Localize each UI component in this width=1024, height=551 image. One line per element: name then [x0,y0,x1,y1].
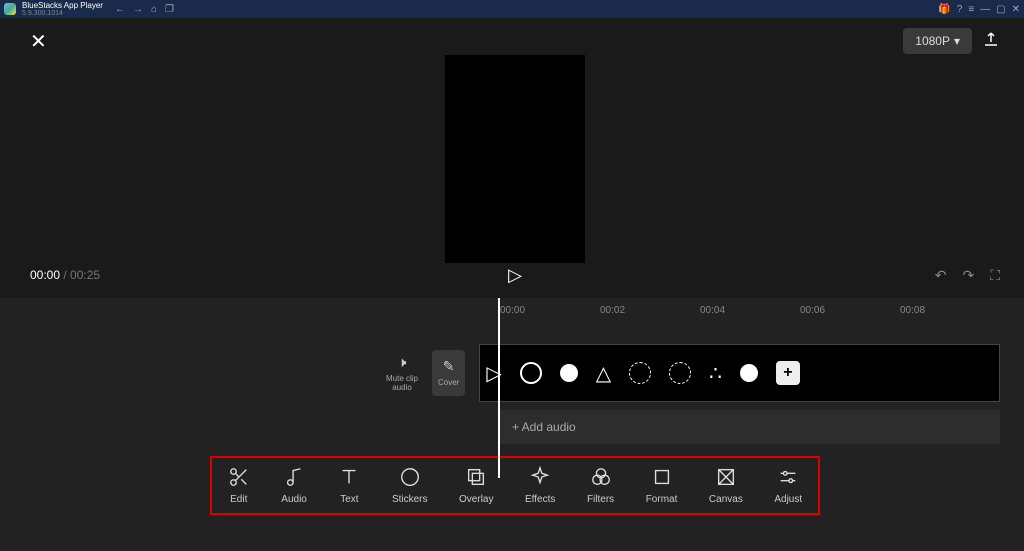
undo-icon[interactable]: ↶ [935,267,947,284]
filters-tool[interactable]: Filters [587,466,614,505]
tool-label: Edit [230,494,247,505]
ruler-mark: 00:06 [800,305,900,316]
forward-icon[interactable]: → [133,4,143,15]
tool-label: Format [646,494,678,505]
redo-icon[interactable]: ↷ [962,267,974,284]
minimize-icon[interactable]: — [980,4,990,15]
tool-label: Overlay [459,494,493,505]
add-clip-button[interactable]: + [776,361,800,385]
tool-label: Filters [587,494,614,505]
timeline-panel: 00:00 00:02 00:04 00:06 00:08 🕨 Mute cli… [0,298,1024,551]
add-audio-button[interactable]: + Add audio [498,410,1000,444]
audio-tool[interactable]: Audio [281,466,307,505]
format-icon [651,466,673,488]
canvas-icon [715,466,737,488]
editor-toolbar: Edit Audio Text Stickers Overlay [210,456,820,515]
gift-icon[interactable]: 🎁 [938,4,950,15]
playhead[interactable] [498,298,500,478]
text-tool[interactable]: Text [338,466,360,505]
resolution-dropdown[interactable]: 1080P ▾ [903,28,972,54]
clip-frame-icon [629,362,651,384]
back-icon[interactable]: ← [115,4,125,15]
pencil-icon: ✎ [443,358,455,375]
timecode: 00:00 / 00:25 [30,268,100,282]
tool-label: Effects [525,494,555,505]
help-icon[interactable]: ? [957,4,963,15]
edit-tool[interactable]: Edit [228,466,250,505]
play-button[interactable]: ▷ [508,265,522,286]
speaker-icon: 🕨 [398,354,407,371]
clip-frame-icon [520,362,542,384]
mute-clip-button[interactable]: 🕨 Mute clip audio [378,350,426,397]
title-bar: BlueStacks App Player 5.9.300.1014 ← → ⌂… [0,0,1024,18]
music-note-icon [283,466,305,488]
tool-label: Adjust [774,494,802,505]
adjust-tool[interactable]: Adjust [774,466,802,505]
overlay-tool[interactable]: Overlay [459,466,493,505]
time-total: 00:25 [70,268,100,282]
sparkle-icon [529,466,551,488]
video-clip-track[interactable]: ▷ △ ∴ + [479,344,1000,402]
time-current: 00:00 [30,268,60,282]
stickers-tool[interactable]: Stickers [392,466,428,505]
ruler-mark: 00:08 [900,305,1000,316]
clip-frame-icon: ∴ [709,361,722,386]
ruler-mark: 00:02 [600,305,700,316]
sticker-icon [399,466,421,488]
clip-frame-icon [669,362,691,384]
close-window-icon[interactable]: ✕ [1012,4,1020,15]
menu-icon[interactable]: ≡ [968,4,974,15]
video-editor: ✕ 1080P ▾ 00:00 / 00:25 [0,18,1024,551]
mute-label: Mute clip audio [382,375,422,393]
maximize-icon[interactable]: ▢ [996,4,1005,15]
scissors-icon [228,466,250,488]
bluestacks-logo [4,3,16,15]
cover-button[interactable]: ✎ Cover [432,350,465,396]
format-tool[interactable]: Format [646,466,678,505]
home-icon[interactable]: ⌂ [151,4,157,15]
app-name: BlueStacks App Player [22,1,103,10]
tool-label: Canvas [709,494,743,505]
tool-label: Audio [281,494,307,505]
nav-controls: ← → ⌂ ❐ [115,4,174,15]
clip-frame-icon [560,364,578,382]
version-text: 5.9.300.1014 [22,10,103,17]
clip-frame-icon [740,364,758,382]
ruler-mark: 00:04 [700,305,800,316]
effects-tool[interactable]: Effects [525,466,555,505]
title-right-controls: 🎁 ? ≡ — ▢ ✕ [938,4,1020,15]
timeline-ruler[interactable]: 00:00 00:02 00:04 00:06 00:08 [500,298,1000,322]
tool-label: Stickers [392,494,428,505]
preview-panel: ✕ 1080P ▾ 00:00 / 00:25 [0,18,1024,298]
overlay-icon [465,466,487,488]
chevron-down-icon: ▾ [954,34,960,48]
tool-label: Text [340,494,358,505]
text-icon [338,466,360,488]
resolution-label: 1080P [915,34,950,48]
canvas-tool[interactable]: Canvas [709,466,743,505]
ruler-mark: 00:00 [500,305,600,316]
cover-label: Cover [438,379,459,388]
close-editor-icon[interactable]: ✕ [30,29,47,54]
filters-icon [590,466,612,488]
fullscreen-icon[interactable]: ⛶ [990,267,1000,284]
sliders-icon [777,466,799,488]
tabs-icon[interactable]: ❐ [165,4,174,15]
video-preview[interactable] [445,55,585,263]
clip-frame-icon: △ [596,361,611,386]
export-icon[interactable] [982,30,1000,53]
